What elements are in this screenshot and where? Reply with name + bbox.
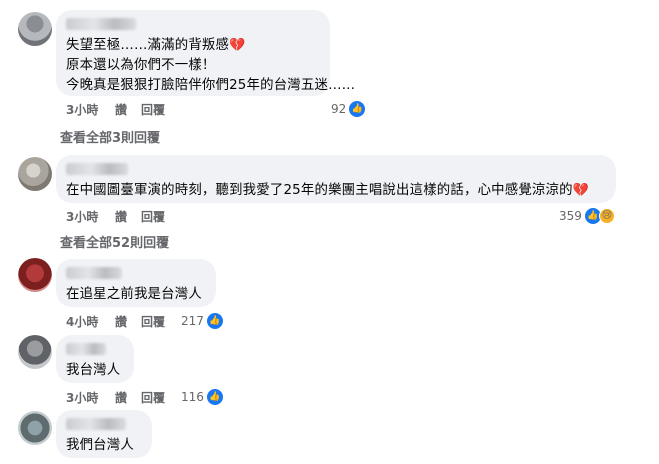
- commenter-name-blurred[interactable]: [66, 18, 136, 30]
- reply-button[interactable]: 回覆: [141, 389, 181, 406]
- sad-icon: 😢: [598, 208, 615, 224]
- comment-bubble: 在追星之前我是台灣人: [56, 259, 216, 307]
- like-icon: 👍: [206, 313, 223, 329]
- reaction-count: 359: [559, 209, 582, 223]
- avatar[interactable]: [18, 258, 52, 292]
- commenter-name-blurred[interactable]: [66, 267, 122, 279]
- reaction-summary[interactable]: 92 👍: [331, 101, 366, 117]
- commenter-name-blurred[interactable]: [66, 418, 126, 430]
- reply-button[interactable]: 回覆: [141, 208, 181, 225]
- comment-text: 原本還以為你們不一樣！: [66, 58, 216, 73]
- commenter-name-blurred[interactable]: [66, 163, 128, 175]
- comment-timestamp[interactable]: 4小時: [66, 313, 115, 330]
- comment-text: 我台灣人: [66, 363, 121, 378]
- comment-actions: 3小時 讚 回覆: [66, 208, 181, 225]
- comment-text: 我們台灣人: [66, 438, 134, 453]
- reply-button[interactable]: 回覆: [141, 313, 181, 330]
- comment-timestamp[interactable]: 3小時: [66, 389, 115, 406]
- comment-text: 失望至極……滿滿的背叛感💔: [66, 38, 246, 53]
- avatar[interactable]: [18, 12, 52, 46]
- like-button[interactable]: 讚: [115, 208, 141, 225]
- reaction-count: 92: [331, 102, 347, 116]
- reaction-summary[interactable]: 217 👍: [181, 313, 223, 329]
- comment-text: 在中國圖臺軍演的時刻，聽到我愛了25年的樂團主唱說出這樣的話，心中感覺涼涼的💔: [66, 183, 590, 198]
- comment-bubble: 在中國圖臺軍演的時刻，聽到我愛了25年的樂團主唱說出這樣的話，心中感覺涼涼的💔: [56, 155, 616, 203]
- comment-bubble: 我們台灣人: [56, 410, 152, 458]
- like-button[interactable]: 讚: [115, 389, 141, 406]
- comment-timestamp[interactable]: 3小時: [66, 208, 115, 225]
- comment-bubble: 失望至極……滿滿的背叛感💔 原本還以為你們不一樣！ 今晚真是狠狠打臉陪伴你們25…: [56, 10, 356, 96]
- broken-heart-icon: 💔: [229, 38, 246, 53]
- broken-heart-icon: 💔: [572, 183, 590, 198]
- comment-actions: 4小時 讚 回覆: [66, 313, 181, 330]
- comment-text: 在追星之前我是台灣人: [66, 287, 202, 302]
- comment-actions: 3小時 讚 回覆: [66, 101, 181, 118]
- avatar[interactable]: [18, 157, 52, 191]
- reply-button[interactable]: 回覆: [141, 101, 181, 118]
- like-button[interactable]: 讚: [115, 313, 141, 330]
- comment-bubble: 我台灣人: [56, 335, 134, 383]
- commenter-name-blurred[interactable]: [66, 343, 106, 355]
- like-icon: 👍: [206, 389, 223, 405]
- avatar[interactable]: [18, 411, 52, 445]
- comment-actions: 3小時 讚 回覆: [66, 389, 181, 406]
- view-replies-link[interactable]: 查看全部52則回覆: [60, 232, 169, 251]
- reaction-summary[interactable]: 116 👍: [181, 389, 223, 405]
- reaction-count: 116: [181, 390, 204, 404]
- comment-text: 今晚真是狠狠打臉陪伴你們25年的台灣五迷……: [66, 78, 356, 93]
- comment-timestamp[interactable]: 3小時: [66, 101, 115, 118]
- avatar[interactable]: [18, 335, 52, 369]
- like-icon: 👍: [349, 101, 366, 117]
- reaction-summary[interactable]: 359 👍 😢: [559, 208, 615, 224]
- view-replies-link[interactable]: 查看全部3則回覆: [60, 127, 160, 146]
- reaction-count: 217: [181, 314, 204, 328]
- like-button[interactable]: 讚: [115, 101, 141, 118]
